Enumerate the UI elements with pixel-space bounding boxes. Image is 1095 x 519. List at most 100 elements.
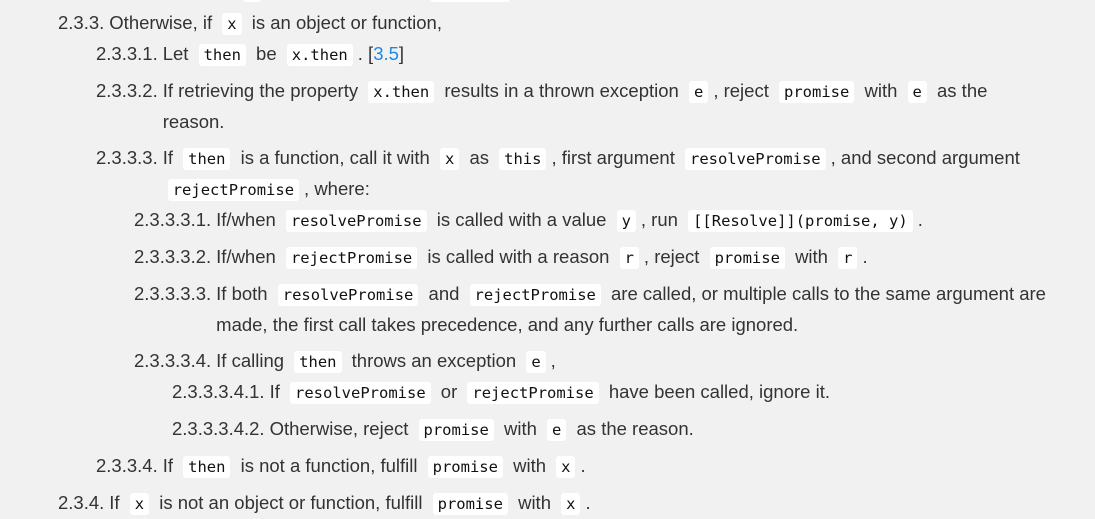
item-text: If/when rejectPromise is called with a r… bbox=[216, 242, 1048, 273]
text-run: with bbox=[513, 455, 546, 476]
item-number: 2.3.3.3.3. bbox=[134, 283, 212, 304]
item-text: If calling then throws an exception e, bbox=[216, 346, 1048, 377]
spec-item-row: 2.3.4. If x is not an object or function,… bbox=[58, 488, 1048, 519]
text-run: . bbox=[585, 492, 591, 513]
item-number: 2.3.3.3.4. bbox=[134, 350, 212, 371]
spec-item-row: 2.3.3.3.4.2. Otherwise, reject promise wi… bbox=[172, 414, 1048, 445]
inline-code: this bbox=[499, 148, 547, 170]
spec-item: 2.3.3.3.4. If calling then throws an exce… bbox=[134, 346, 1048, 445]
spec-item-row: 2.3.3.3.3. If both resolvePromise and rej… bbox=[134, 279, 1048, 340]
text-run: . bbox=[862, 246, 868, 267]
item-number: 2.3.3.3.4.1. bbox=[172, 381, 265, 402]
text-run: If both bbox=[216, 283, 268, 304]
inline-code: resolvePromise bbox=[290, 382, 431, 404]
text-run: If bbox=[269, 381, 280, 402]
spec-item: 2.3.3.2. If retrieving the property x.the… bbox=[96, 76, 1048, 137]
text-run: as the reason. bbox=[576, 418, 694, 439]
text-run: is called with a reason bbox=[427, 246, 610, 267]
spec-document: 2.3.3. Otherwise, if x is an object or fu… bbox=[58, 8, 1048, 519]
inline-code: x bbox=[129, 493, 150, 515]
spec-item: 2.3.4. If x is not an object or function,… bbox=[58, 488, 1048, 519]
spec-item: 2.3.3.3.4.2. Otherwise, reject promise wi… bbox=[172, 414, 1048, 445]
inline-code: then bbox=[183, 148, 231, 170]
inline-code: rejectPromise bbox=[167, 179, 300, 201]
inline-code: e bbox=[526, 351, 546, 373]
inline-code: then bbox=[294, 351, 342, 373]
spec-item: 2.3.3.4. If then is not a function, fulfi… bbox=[96, 451, 1048, 482]
spec-item: 2.3.3.3.3. If both resolvePromise and rej… bbox=[134, 279, 1048, 340]
spec-list: 2.3.3.1. Let then be x.then. [3.5] 2.3.3.2… bbox=[58, 39, 1048, 482]
text-run: , bbox=[550, 350, 556, 371]
inline-code: e bbox=[688, 81, 709, 103]
spec-item: 2.3.3.1. Let then be x.then. [3.5] bbox=[96, 39, 1048, 70]
inline-code: promise bbox=[418, 419, 494, 441]
inline-code: x bbox=[561, 493, 581, 515]
text-run: as bbox=[469, 147, 489, 168]
text-run: . bbox=[917, 209, 923, 230]
spec-item: 2.3.3. Otherwise, if x is an object or fu… bbox=[58, 8, 1048, 482]
spec-list: 2.3.3. Otherwise, if x is an object or fu… bbox=[58, 8, 1048, 519]
text-run: throws an exception bbox=[351, 350, 517, 371]
text-run: , reject bbox=[643, 246, 700, 267]
text-run: results in a thrown exception bbox=[444, 80, 679, 101]
inline-code: x bbox=[439, 148, 460, 170]
text-run: and bbox=[428, 283, 460, 304]
text-run: ] bbox=[398, 43, 405, 64]
text-run: Otherwise, reject bbox=[269, 418, 409, 439]
text-run: . bbox=[580, 455, 586, 476]
text-run: with bbox=[503, 418, 537, 439]
spec-item-row: 2.3.3.3.4.1. If resolvePromise or rejectP… bbox=[172, 377, 1048, 408]
text-run: , reject bbox=[713, 80, 769, 101]
spec-item-row: 2.3.3.1. Let then be x.then. [3.5] bbox=[96, 39, 1048, 70]
text-run: If retrieving the property bbox=[162, 80, 359, 101]
text-run: , run bbox=[640, 209, 678, 230]
text-run: with bbox=[864, 80, 898, 101]
spec-item: 2.3.3.3.1. If/when resolvePromise is call… bbox=[134, 205, 1048, 236]
spec-item-row: 2.3.3.3.4. If calling then throws an exce… bbox=[134, 346, 1048, 377]
footnote-link[interactable]: 3.5 bbox=[373, 43, 399, 64]
text-run: If bbox=[162, 455, 173, 476]
text-run: is an object or function, bbox=[251, 12, 442, 33]
spec-item-row: 2.3.3.3. If then is a function, call it w… bbox=[96, 143, 1048, 205]
text-run: is called with a value bbox=[436, 209, 607, 230]
spec-item-row: 2.3.3.3.1. If/when resolvePromise is call… bbox=[134, 205, 1048, 236]
item-number: 2.3.3.3.2. bbox=[134, 246, 212, 267]
text-run: If/when bbox=[216, 246, 276, 267]
spec-item: 2.3.3.3.4.1. If resolvePromise or rejectP… bbox=[172, 377, 1048, 408]
text-run: or bbox=[440, 381, 458, 402]
inline-code: promise bbox=[427, 456, 503, 478]
inline-code: rejectPromise bbox=[467, 382, 599, 404]
inline-code: [[Resolve]](promise, y) bbox=[688, 210, 913, 232]
item-text: If resolvePromise or rejectPromise have … bbox=[270, 377, 1048, 408]
spec-item-row: 2.3.3.2. If retrieving the property x.the… bbox=[96, 76, 1048, 137]
spec-list: 2.3.3.3.4.1. If resolvePromise or rejectP… bbox=[134, 377, 1048, 445]
spec-list: 2.3.3.3.1. If/when resolvePromise is call… bbox=[96, 205, 1048, 445]
item-text: If/when resolvePromise is called with a … bbox=[216, 205, 1048, 236]
text-run: have been called, ignore it. bbox=[608, 381, 830, 402]
inline-code: promise bbox=[432, 493, 508, 515]
item-number: 2.3.3.4. bbox=[96, 455, 158, 476]
cropped-code-fragment bbox=[243, 0, 261, 2]
text-run: . [ bbox=[357, 43, 374, 64]
text-run: If calling bbox=[216, 350, 285, 371]
item-number: 2.3.3. bbox=[58, 12, 105, 33]
text-run: Let bbox=[162, 43, 189, 64]
inline-code: rejectPromise bbox=[469, 284, 601, 306]
inline-code: x.then bbox=[286, 44, 353, 66]
item-text: If then is not a function, fulfill promi… bbox=[163, 451, 1048, 482]
text-run: be bbox=[256, 43, 277, 64]
text-run: , and second argument bbox=[830, 147, 1020, 168]
item-text: Otherwise, if x is an object or function… bbox=[109, 8, 1048, 39]
spec-item-row: 2.3.3. Otherwise, if x is an object or fu… bbox=[58, 8, 1048, 39]
cropped-code-fragment bbox=[430, 0, 510, 2]
item-text: If retrieving the property x.then result… bbox=[163, 76, 1048, 137]
inline-code: r bbox=[619, 247, 639, 269]
inline-code: x bbox=[222, 13, 242, 35]
item-number: 2.3.4. bbox=[58, 492, 105, 513]
inline-code: resolvePromise bbox=[285, 210, 427, 232]
text-run: is a function, call it with bbox=[240, 147, 430, 168]
inline-code: y bbox=[616, 210, 636, 232]
text-run: is not an object or function, fulfill bbox=[159, 492, 423, 513]
inline-code: then bbox=[183, 456, 231, 478]
spec-item-row: 2.3.3.3.2. If/when rejectPromise is calle… bbox=[134, 242, 1048, 273]
